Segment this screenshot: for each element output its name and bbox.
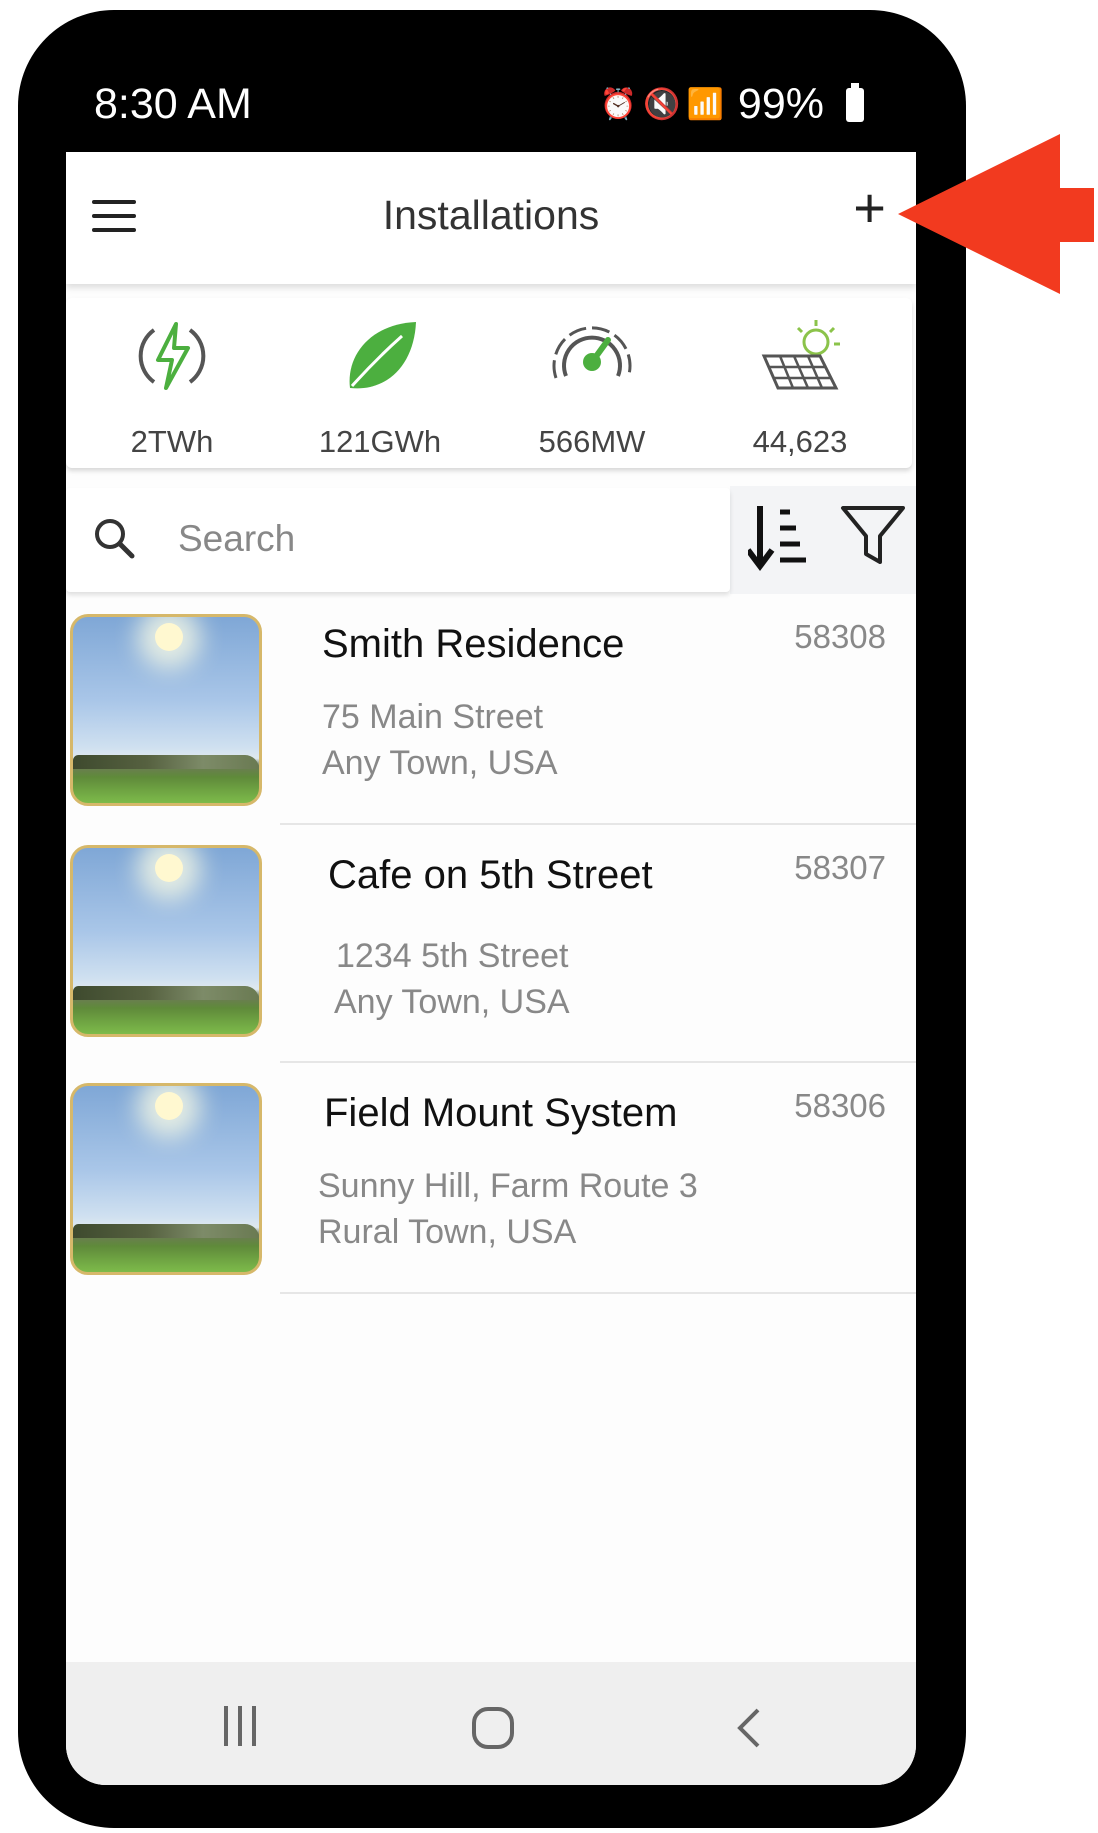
stat-power: 566MW — [492, 298, 692, 468]
search-input[interactable] — [176, 508, 700, 570]
stat-installations-value: 44,623 — [752, 424, 848, 459]
page-title: Installations — [382, 192, 600, 238]
installation-address-line1: 75 Main Street — [322, 698, 544, 736]
installation-address-line1: Sunny Hill, Farm Route 3 — [318, 1167, 698, 1205]
installation-id: 58308 — [794, 618, 886, 655]
installation-id: 58306 — [794, 1087, 886, 1124]
app-screen: Installations + 2TWh 121GWh 566MW 44,623… — [66, 152, 916, 1785]
add-installation-button[interactable]: + — [853, 180, 886, 236]
leaf-icon — [349, 322, 416, 389]
recent-apps-icon[interactable] — [220, 1704, 260, 1748]
stats-panel: 2TWh 121GWh 566MW 44,623 — [66, 298, 912, 468]
installation-thumbnail — [70, 1083, 262, 1275]
installation-thumbnail — [70, 845, 262, 1037]
stat-energy: 2TWh — [72, 298, 272, 468]
stat-installations: 44,623 — [700, 298, 900, 468]
divider — [280, 1292, 916, 1294]
installation-thumbnail — [70, 614, 262, 806]
installation-name: Field Mount System — [324, 1091, 678, 1135]
installation-address-line2: Rural Town, USA — [318, 1213, 577, 1251]
sort-icon[interactable] — [748, 502, 808, 572]
status-icons: ⏰🔇📶 99% — [600, 80, 864, 129]
status-bar: 8:30 AM ⏰🔇📶 99% — [66, 60, 916, 152]
stat-carbon: 121GWh — [280, 298, 480, 468]
installation-item[interactable]: Cafe on 5th Street 58307 1234 5th Street… — [66, 825, 916, 1063]
status-time: 8:30 AM — [94, 80, 252, 128]
installation-list: Smith Residence 58308 75 Main Street Any… — [66, 594, 916, 1294]
system-nav-bar — [66, 1662, 916, 1785]
stat-power-value: 566MW — [538, 424, 646, 459]
installation-item[interactable]: Field Mount System 58306 Sunny Hill, Far… — [66, 1063, 916, 1294]
stat-energy-value: 2TWh — [130, 424, 214, 459]
back-icon[interactable] — [734, 1706, 764, 1750]
installation-item[interactable]: Smith Residence 58308 75 Main Street Any… — [66, 594, 916, 825]
stat-carbon-value: 121GWh — [318, 424, 442, 459]
installation-address-line2: Any Town, USA — [334, 983, 570, 1021]
energy-bolt-icon — [138, 322, 206, 390]
gauge-icon — [552, 326, 632, 379]
home-icon[interactable] — [471, 1706, 515, 1750]
installation-address-line2: Any Town, USA — [322, 744, 558, 782]
filter-icon[interactable] — [840, 504, 906, 566]
status-symbols-icon: ⏰🔇📶 — [599, 88, 730, 121]
installation-name: Cafe on 5th Street — [328, 853, 653, 897]
battery-percent: 99% — [737, 80, 824, 128]
app-header: Installations + — [66, 152, 916, 284]
search-icon — [95, 519, 135, 559]
installation-address-line1: 1234 5th Street — [336, 937, 569, 975]
installation-id: 58307 — [794, 849, 886, 886]
battery-icon — [846, 82, 864, 122]
red-arrow-icon — [898, 134, 1094, 294]
installation-name: Smith Residence — [322, 622, 625, 666]
search-bar — [66, 488, 730, 592]
solar-panel-icon — [761, 320, 840, 390]
